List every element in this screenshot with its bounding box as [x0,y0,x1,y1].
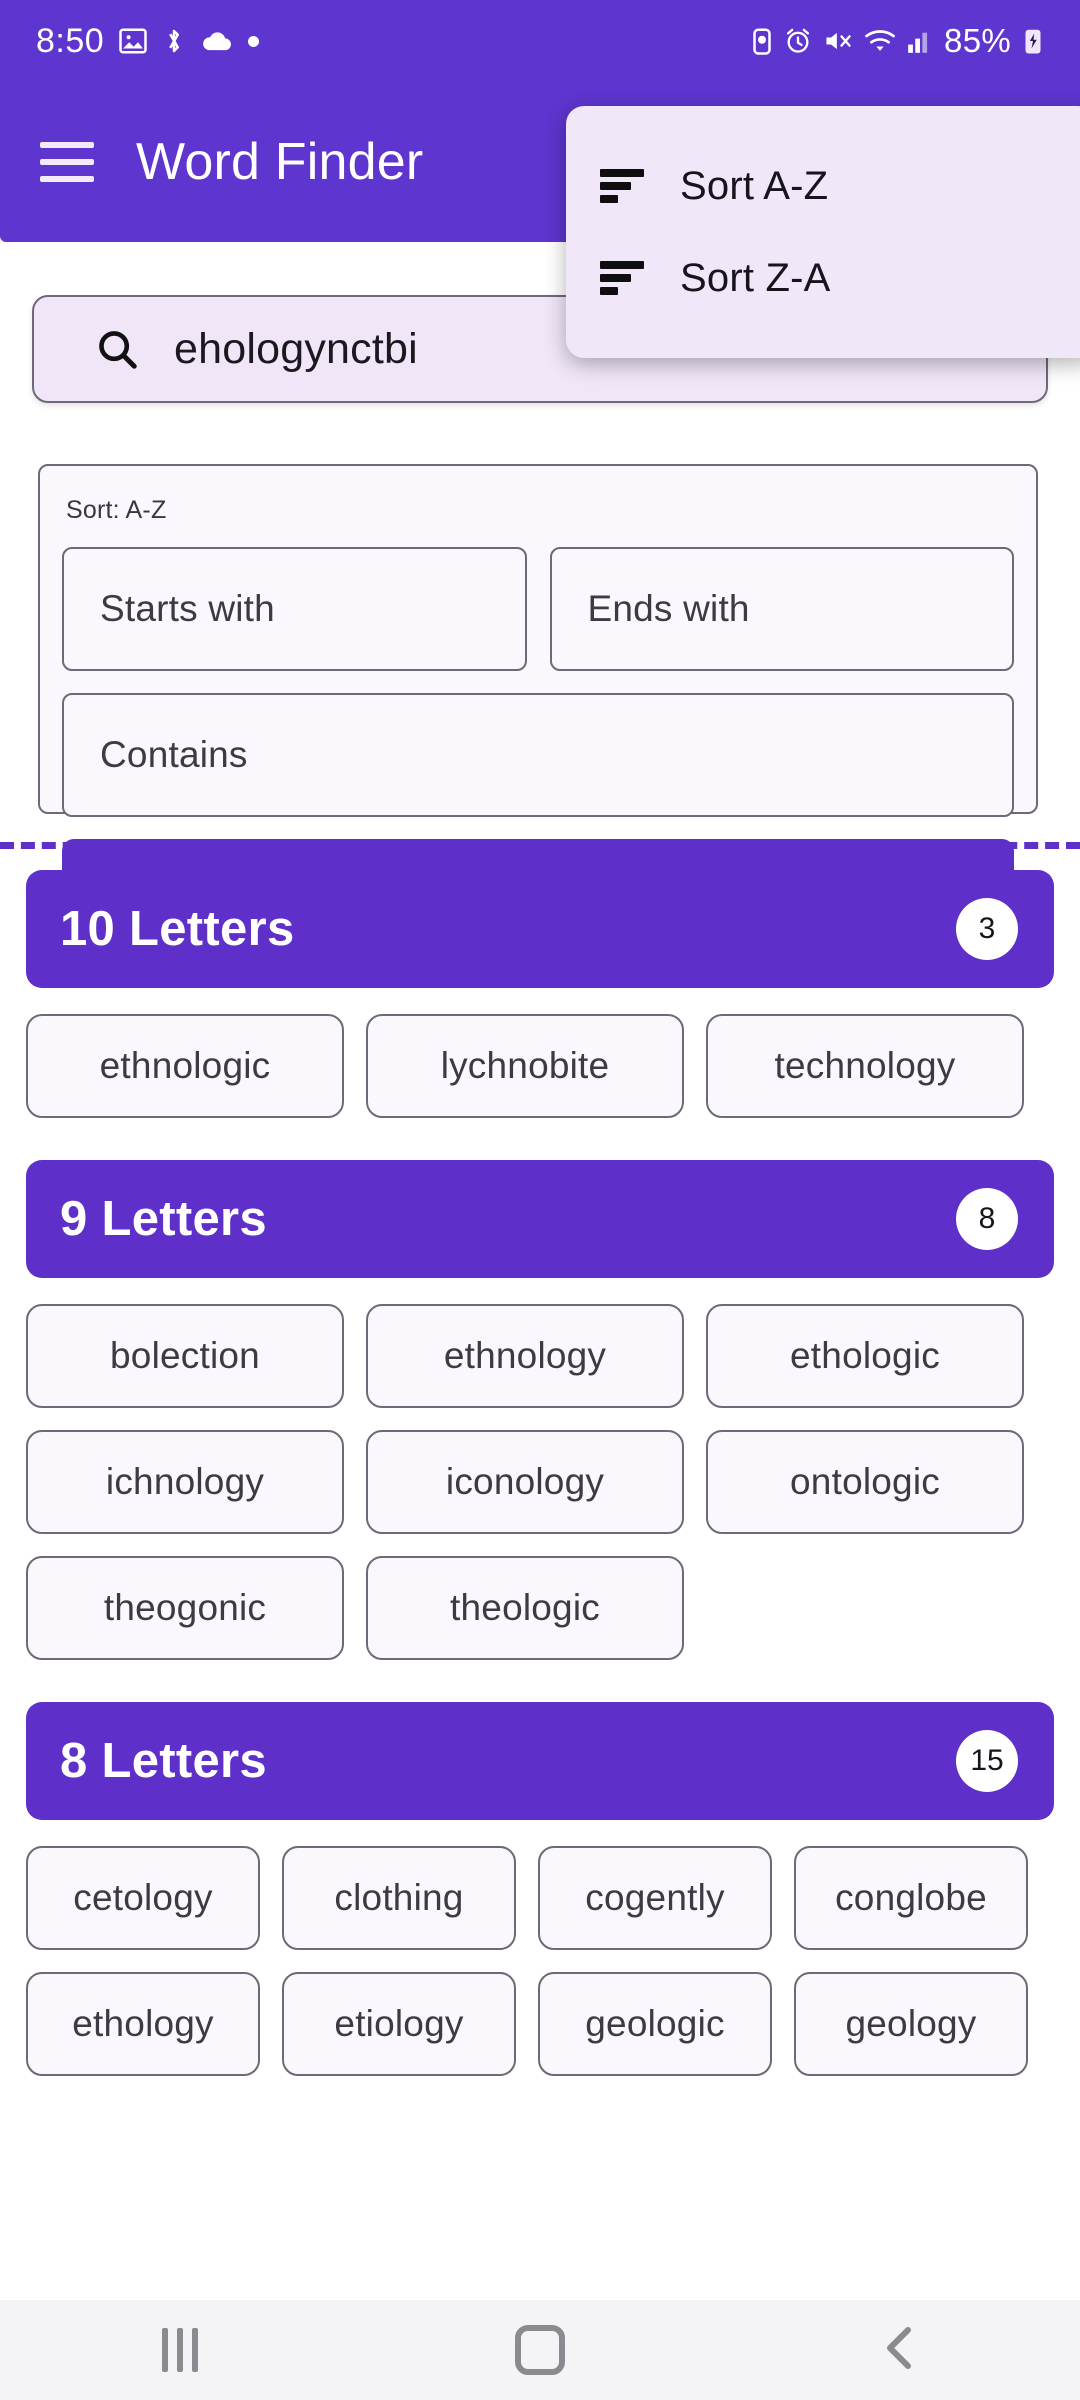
filter-row-top: Starts with Ends with [62,547,1014,671]
status-bar-right: 85% [751,22,1044,60]
phone-screen: 8:50 85% Word Finder Sort A-Z Sort Z-A e… [0,0,1080,2400]
starts-with-field[interactable]: Starts with [62,547,527,671]
menu-item-sort-az[interactable]: Sort A-Z [566,140,1080,232]
word-chip-grid: cetology clothing cogently conglobe ethology… [0,1820,1080,2076]
battery-percent: 85% [944,22,1011,59]
word-chip[interactable]: cogently [538,1846,772,1950]
word-chip[interactable]: ontologic [706,1430,1024,1534]
section-count-badge: 8 [956,1188,1018,1250]
word-chip[interactable]: lychnobite [366,1014,684,1118]
ends-with-field[interactable]: Ends with [549,547,1014,671]
filter-card: Sort: A-Z Starts with Ends with Contains… [38,464,1038,947]
wifi-icon [864,27,896,55]
result-section: 9 Letters 8 bolection ethnology ethologic ich… [0,1160,1080,1702]
status-clock: 8:50 [36,21,105,60]
menu-item-label: Sort Z-A [680,255,831,300]
bluetooth-share-icon [162,26,186,56]
section-header[interactable]: 8 Letters 15 [26,1702,1054,1820]
battery-charging-icon [1022,26,1044,56]
word-chip[interactable]: iconology [366,1430,684,1534]
word-chip[interactable]: technology [706,1014,1024,1118]
recents-icon [162,2328,198,2372]
hamburger-menu-icon[interactable] [40,142,94,182]
section-title: 9 Letters [60,1192,267,1246]
section-count-badge: 15 [956,1730,1018,1792]
photo-icon [118,26,148,56]
section-title: 10 Letters [60,902,295,956]
dot-icon [248,35,260,47]
word-chip-grid: bolection ethnology ethologic ichnology icon… [0,1278,1080,1660]
sort-ascending-icon [600,169,644,203]
section-header[interactable]: 9 Letters 8 [26,1160,1054,1278]
system-nav-bar [0,2300,1080,2400]
word-chip[interactable]: ethology [26,1972,260,2076]
word-chip[interactable]: cetology [26,1846,260,1950]
result-section: 10 Letters 3 ethnologic lychnobite technolog… [0,870,1080,1160]
sort-dropdown-menu: Sort A-Z Sort Z-A [566,106,1080,358]
word-chip[interactable]: clothing [282,1846,516,1950]
status-bar: 8:50 85% [0,0,1080,82]
contains-field[interactable]: Contains [62,693,1014,817]
section-header[interactable]: 10 Letters 3 [26,870,1054,988]
word-chip[interactable]: conglobe [794,1846,1028,1950]
word-chip[interactable]: geologic [538,1972,772,2076]
word-chip[interactable]: ichnology [26,1430,344,1534]
mute-icon [823,27,853,55]
search-input-value: ehologynctbi [174,324,418,373]
word-chip[interactable]: ethologic [706,1304,1024,1408]
do-not-disturb-icon [751,26,773,56]
recents-button[interactable] [85,2300,275,2400]
back-chevron-icon [880,2324,920,2377]
signal-icon [907,28,933,54]
result-section: 8 Letters 15 cetology clothing cogently congl… [0,1702,1080,2118]
sort-descending-icon [600,261,644,295]
filter-row-bottom: Contains [62,693,1014,817]
word-chip[interactable]: bolection [26,1304,344,1408]
page-title: Word Finder [136,133,424,191]
section-divider [0,842,1080,849]
word-chip-grid: ethnologic lychnobite technology [0,988,1080,1118]
menu-item-label: Sort A-Z [680,163,829,208]
alarm-icon [784,27,812,55]
home-button[interactable] [445,2300,635,2400]
word-chip[interactable]: theogonic [26,1556,344,1660]
section-title: 8 Letters [60,1734,267,1788]
word-chip[interactable]: etiology [282,1972,516,2076]
main-content: ehologynctbi Sort: A-Z Starts with Ends … [0,242,1080,2300]
word-chip[interactable]: theologic [366,1556,684,1660]
word-chip[interactable]: ethnologic [26,1014,344,1118]
home-icon [515,2325,565,2375]
current-sort-label: Sort: A-Z [66,496,167,524]
status-bar-left: 8:50 [36,21,260,61]
word-chip[interactable]: geology [794,1972,1028,2076]
cloud-icon [200,29,234,53]
word-chip[interactable]: ethnology [366,1304,684,1408]
results-list: 10 Letters 3 ethnologic lychnobite technolog… [0,870,1080,2118]
section-count-badge: 3 [956,898,1018,960]
search-icon [94,326,140,372]
menu-item-sort-za[interactable]: Sort Z-A [566,232,1080,324]
back-button[interactable] [805,2300,995,2400]
